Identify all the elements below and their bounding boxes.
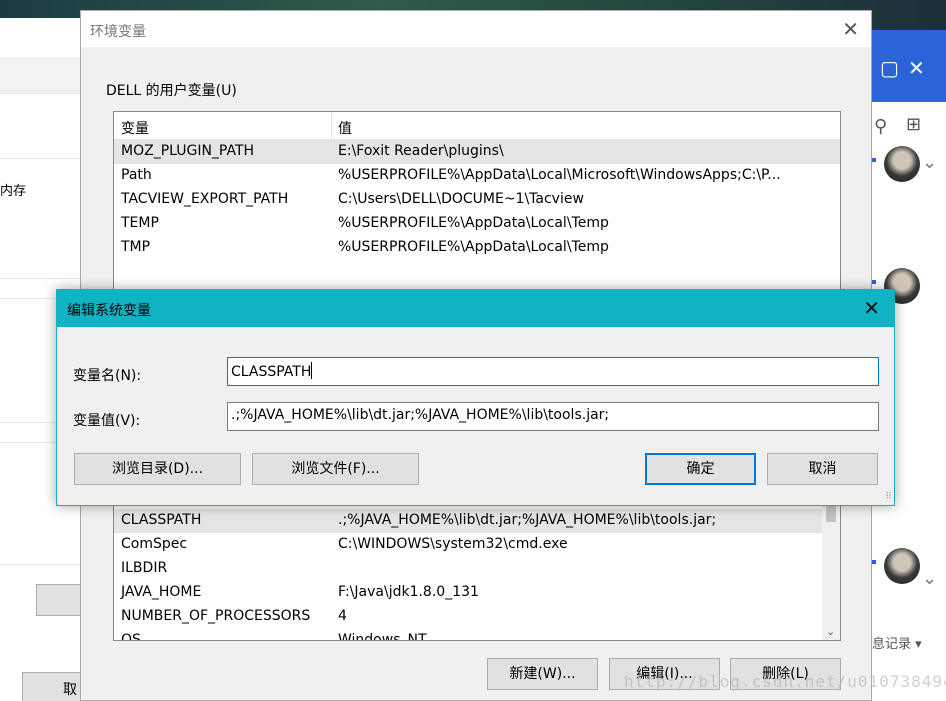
variable-value: %USERPROFILE%\AppData\Local\Temp (338, 239, 609, 255)
edit-titlebar: 编辑系统变量 ✕ (57, 290, 894, 327)
maximize-icon[interactable]: ▢ (880, 56, 899, 80)
list-item[interactable]: OS Windows_NT (114, 629, 840, 641)
list-item[interactable]: TEMP %USERPROFILE%\AppData\Local\Temp (114, 212, 840, 236)
avatar[interactable] (884, 548, 920, 584)
chevron-down-icon[interactable]: ⌄ (826, 625, 835, 638)
variable-value: %USERPROFILE%\AppData\Local\Microsoft\Wi… (338, 167, 781, 183)
list-item[interactable]: JAVA_HOME F:\Java\jdk1.8.0_131 (114, 581, 840, 605)
variable-name: ILBDIR (121, 560, 168, 576)
add-contact-icon[interactable]: ⚲ (874, 116, 887, 137)
background-cancel-button[interactable]: 取 (22, 672, 82, 701)
band (0, 58, 82, 94)
list-item[interactable]: MOZ_PLUGIN_PATH E:\Foxit Reader\plugins\ (114, 140, 840, 164)
variable-value: C:\Users\DELL\DOCUME~1\Tacview (338, 191, 584, 207)
message-record-label[interactable]: 息记录 ▾ (872, 633, 922, 652)
list-item[interactable]: ILBDIR (114, 557, 840, 581)
list-item[interactable]: NUMBER_OF_PROCESSORS 4 (114, 605, 840, 629)
variable-name: ComSpec (121, 536, 188, 552)
variable-value: F:\Java\jdk1.8.0_131 (338, 584, 479, 600)
list-item[interactable]: Path %USERPROFILE%\AppData\Local\Microso… (114, 164, 840, 188)
variable-name: NUMBER_OF_PROCESSORS (121, 608, 311, 624)
variable-name-value: CLASSPATH (231, 364, 312, 380)
add-icon[interactable]: ⊞ (906, 114, 921, 135)
variable-name-label: 变量名(N): (73, 368, 142, 384)
edit-dialog-title: 编辑系统变量 (67, 303, 151, 319)
variable-value-field[interactable]: .;%JAVA_HOME%\lib\dt.jar;%JAVA_HOME%\lib… (227, 402, 879, 431)
variable-value-label: 变量值(V): (73, 413, 141, 429)
close-icon[interactable]: ✕ (863, 296, 880, 320)
variable-name: CLASSPATH (121, 512, 202, 528)
divider (0, 158, 82, 159)
browse-directory-button[interactable]: 浏览目录(D)... (74, 453, 241, 485)
user-variables-list[interactable]: 变量 值 MOZ_PLUGIN_PATH E:\Foxit Reader\plu… (113, 111, 841, 291)
list-item[interactable]: TACVIEW_EXPORT_PATH C:\Users\DELL\DOCUME… (114, 188, 840, 212)
new-button[interactable]: 新建(W)... (487, 658, 598, 690)
variable-name: TACVIEW_EXPORT_PATH (121, 191, 289, 207)
ok-button[interactable]: 确定 (645, 453, 756, 485)
close-icon[interactable]: ✕ (842, 17, 859, 41)
variable-name: TEMP (121, 215, 159, 231)
list-header: 变量 值 (114, 112, 840, 140)
column-header-value[interactable]: 值 (338, 118, 352, 138)
column-separator[interactable] (331, 112, 332, 140)
avatar[interactable] (884, 146, 920, 182)
resize-grip-icon[interactable]: ⠿ (885, 492, 892, 502)
browse-file-button[interactable]: 浏览文件(F)... (252, 453, 419, 485)
variable-name: MOZ_PLUGIN_PATH (121, 143, 255, 159)
scrollbar[interactable]: ⌄ (822, 502, 840, 640)
variable-value: .;%JAVA_HOME%\lib\dt.jar;%JAVA_HOME%\lib… (338, 512, 717, 528)
env-titlebar: 环境变量 ✕ (81, 11, 871, 47)
memory-label: 内存 (0, 184, 27, 199)
list-item[interactable]: TMP %USERPROFILE%\AppData\Local\Temp (114, 236, 840, 260)
variable-name: Path (121, 167, 152, 183)
env-dialog-title: 环境变量 (90, 24, 146, 40)
variable-name: JAVA_HOME (121, 584, 202, 600)
variable-value-text: .;%JAVA_HOME%\lib\dt.jar;%JAVA_HOME%\lib… (231, 407, 610, 423)
user-variables-group-label: DELL 的用户变量(U) (106, 83, 237, 99)
text-caret (311, 362, 313, 379)
divider (0, 278, 82, 279)
divider (0, 564, 82, 565)
tick (872, 560, 876, 564)
watermark: http://blog.csdn.net/u010738494 (624, 672, 946, 691)
variable-value: Windows_NT (338, 632, 427, 641)
close-icon[interactable]: ✕ (908, 56, 925, 80)
collapse-icon[interactable]: ⌄ (922, 152, 937, 173)
right-window-titlebar: ▢ ✕ (872, 30, 946, 102)
list-item[interactable]: ComSpec C:\WINDOWS\system32\cmd.exe (114, 533, 840, 557)
background-button[interactable] (36, 584, 82, 616)
variable-name: TMP (121, 239, 151, 255)
variable-value: %USERPROFILE%\AppData\Local\Temp (338, 215, 609, 231)
collapse-icon[interactable]: ⌄ (922, 568, 937, 589)
tick (872, 158, 876, 162)
variable-value: E:\Foxit Reader\plugins\ (338, 143, 504, 159)
variable-name: OS (121, 632, 141, 641)
variable-name-field[interactable]: CLASSPATH (227, 357, 879, 386)
list-item[interactable]: CLASSPATH .;%JAVA_HOME%\lib\dt.jar;%JAVA… (114, 509, 840, 533)
variable-value: 4 (338, 608, 347, 624)
edit-system-variable-dialog: 编辑系统变量 ✕ 变量名(N): CLASSPATH 变量值(V): .;%JA… (56, 289, 895, 506)
variable-value: C:\WINDOWS\system32\cmd.exe (338, 536, 568, 552)
column-header-variable[interactable]: 变量 (121, 118, 149, 138)
divider (0, 90, 82, 91)
cancel-button[interactable]: 取消 (767, 453, 878, 485)
system-variables-list[interactable]: CLASSPATH .;%JAVA_HOME%\lib\dt.jar;%JAVA… (113, 501, 841, 641)
tick (872, 280, 876, 284)
